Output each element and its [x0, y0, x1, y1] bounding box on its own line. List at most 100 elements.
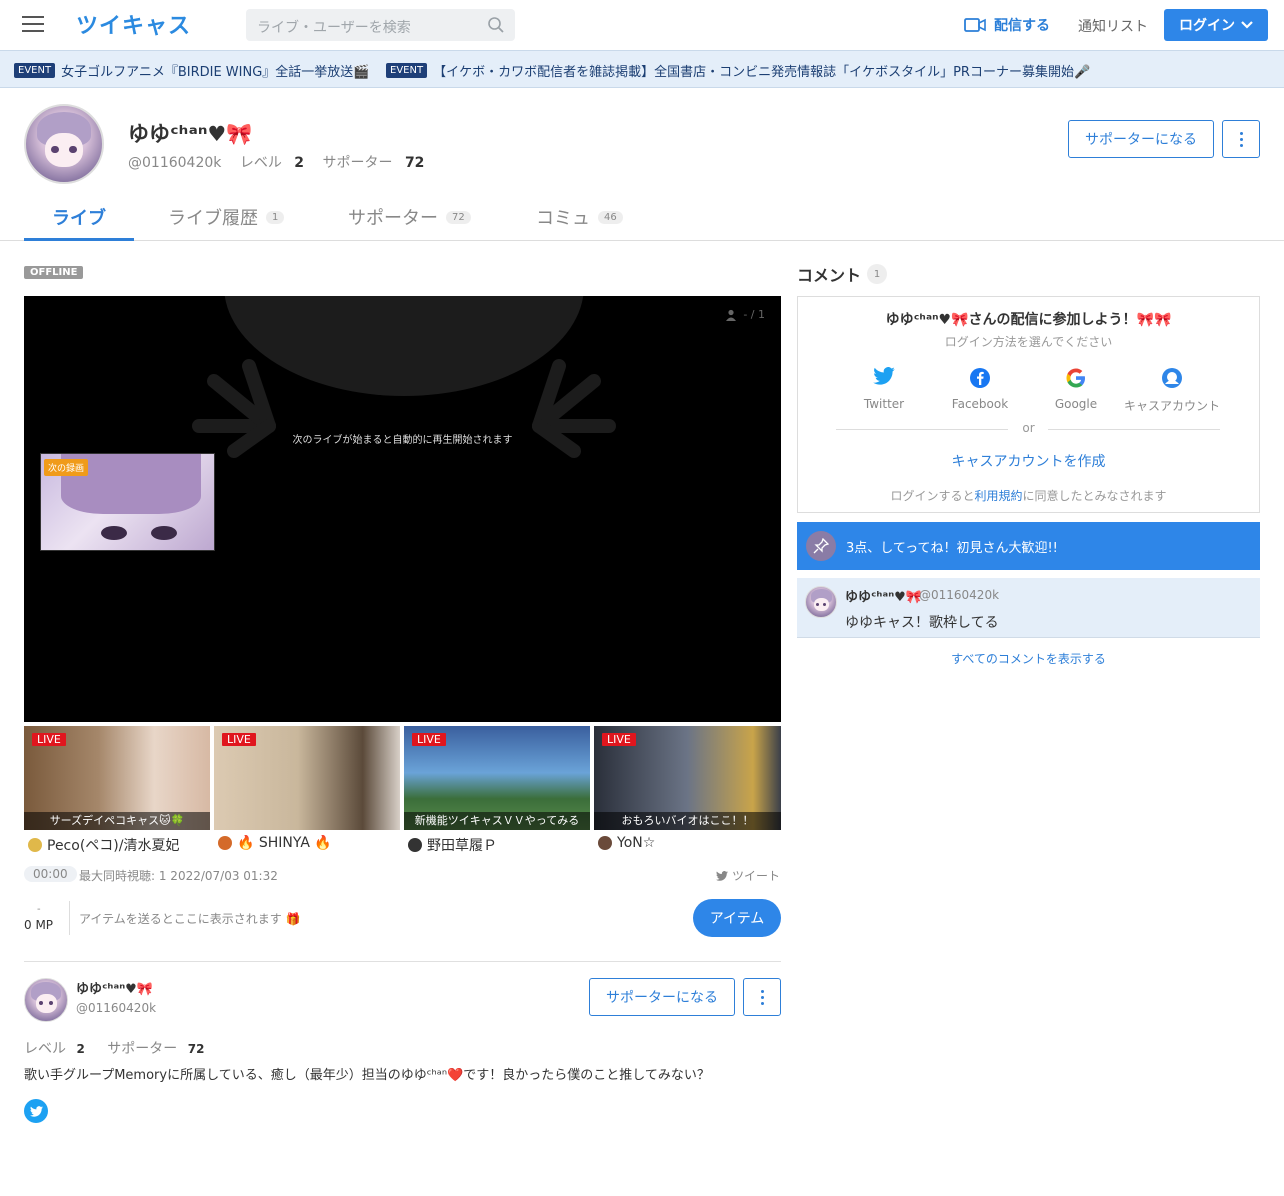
live-user[interactable]: 野田草履Ｐ — [404, 835, 590, 855]
tab-supporters[interactable]: サポーター 72 — [348, 204, 471, 230]
event-item[interactable]: EVENT 【イケボ・カワボ配信者を雑誌掲載】全国書店・コンビニ発売情報誌「イケ… — [386, 61, 1090, 80]
search-input[interactable]: ライブ・ユーザーを検索 — [257, 17, 411, 37]
sns-label: Google — [1054, 397, 1098, 411]
item-hint: アイテムを送るとここに表示されます 🎁 — [79, 912, 301, 926]
live-user-name: 野田草履Ｐ — [427, 838, 497, 854]
tab-label: ライブ — [52, 208, 106, 229]
comment-handle: @01160420k — [919, 588, 1000, 602]
comments-title: コメント — [797, 266, 862, 285]
live-user-name: YoN☆ — [617, 835, 656, 851]
video-player[interactable]: 次のライブが始まると自動的に再生開始されます - / 1 次の録画 — [24, 296, 781, 722]
sns-label: キャスアカウント — [1124, 399, 1221, 413]
facebook-icon — [970, 368, 990, 388]
sns-label: Facebook — [951, 397, 1009, 411]
tab-count: 1 — [266, 210, 285, 224]
become-supporter-button[interactable]: サポーターになる — [589, 978, 735, 1016]
become-supporter-button[interactable]: サポーターになる — [1068, 120, 1214, 158]
tweet-label: ツイート — [732, 869, 781, 883]
person-icon — [726, 309, 737, 321]
live-card[interactable]: LIVE サーズデイペコキャス🐱🍀 Peco(ペコ)/清水夏妃 — [24, 726, 210, 855]
more-options-button[interactable] — [743, 978, 781, 1016]
event-banner: EVENT 女子ゴルフアニメ『BIRDIE WING』全話一挙放送🎬 EVENT… — [0, 50, 1284, 88]
live-thumbnail[interactable]: LIVE サーズデイペコキャス🐱🍀 — [24, 726, 210, 830]
kebab-icon — [1239, 130, 1243, 148]
user-avatar — [218, 836, 232, 850]
offline-message: 次のライブが始まると自動的に再生開始されます — [292, 435, 513, 446]
live-card[interactable]: LIVE 新機能ツイキャスＶＶやってみる 野田草履Ｐ — [404, 726, 590, 855]
twitter-icon — [716, 870, 728, 881]
login-cas-account[interactable]: キャスアカウント — [1124, 367, 1220, 414]
avatar[interactable] — [24, 978, 68, 1022]
tab-count: 46 — [598, 210, 623, 224]
search-icon[interactable] — [487, 16, 505, 34]
divider — [69, 901, 70, 935]
avatar[interactable] — [805, 586, 837, 618]
user-avatar — [408, 838, 422, 852]
viewer-count: - / 1 — [725, 308, 765, 321]
twitter-icon — [29, 1105, 43, 1117]
google-icon — [1066, 368, 1085, 388]
live-thumbnail[interactable]: LIVE — [214, 726, 400, 830]
live-thumbnail[interactable]: LIVE 新機能ツイキャスＶＶやってみる — [404, 726, 590, 830]
login-button[interactable]: ログイン — [1164, 9, 1268, 41]
event-tag: EVENT — [14, 63, 56, 78]
broadcast-label: 配信する — [994, 18, 1050, 34]
notification-list-link[interactable]: 通知リスト — [1078, 16, 1148, 36]
divider — [24, 961, 781, 962]
tab-count: 72 — [446, 210, 471, 224]
comments-header: コメント 1 — [797, 262, 888, 286]
menu-icon[interactable] — [22, 16, 44, 34]
more-options-button[interactable] — [1222, 120, 1260, 158]
supporter-label: サポーター — [107, 1041, 178, 1057]
search-box[interactable]: ライブ・ユーザーを検索 — [246, 9, 515, 41]
broadcast-button[interactable]: 配信する — [964, 15, 1050, 35]
avatar[interactable] — [24, 104, 104, 184]
profile-tabs: ライブ ライブ履歴 1 サポーター 72 コミュ 46 — [0, 190, 1284, 241]
supporter-label: サポーター — [322, 155, 393, 171]
active-tab-indicator — [24, 238, 134, 241]
comment-author[interactable]: ゆゆᶜʰᵃⁿ♥︎🎀 — [845, 586, 922, 605]
terms-link[interactable]: 利用規約 — [974, 489, 1022, 503]
tab-live[interactable]: ライブ — [52, 204, 106, 230]
event-item[interactable]: EVENT 女子ゴルフアニメ『BIRDIE WING』全話一挙放送🎬 — [14, 61, 369, 80]
mp-dash: - — [37, 904, 41, 915]
pinned-comment: 3点、してってね！初見さん大歓迎!! — [797, 522, 1260, 570]
twitter-icon — [873, 367, 895, 385]
tab-community[interactable]: コミュ 46 — [536, 204, 623, 230]
camera-icon — [964, 18, 986, 32]
live-badge: LIVE — [222, 733, 256, 746]
profile-name: ゆゆᶜʰᵃⁿ♥︎🎀 — [128, 122, 253, 146]
show-all-comments-link[interactable]: すべてのコメントを表示する — [797, 650, 1260, 667]
tab-live-history[interactable]: ライブ履歴 1 — [168, 204, 285, 230]
item-button[interactable]: アイテム — [693, 899, 781, 937]
live-card[interactable]: LIVE おもろいバイオはここ！！ YoN☆ — [594, 726, 781, 851]
login-twitter[interactable]: Twitter — [836, 367, 932, 411]
level-label: レベル — [239, 155, 282, 171]
join-subtitle: ログイン方法を選んでください — [944, 335, 1113, 349]
tab-label: コミュ — [536, 208, 590, 229]
live-card[interactable]: LIVE 🔥 SHINYA 🔥 — [214, 726, 400, 851]
login-google[interactable]: Google — [1028, 367, 1124, 411]
twitter-profile-link[interactable] — [24, 1099, 48, 1123]
supporter-count: 72 — [404, 155, 425, 171]
comment-item: ゆゆᶜʰᵃⁿ♥︎🎀 @01160420k ゆゆキャス！歌枠してる — [797, 578, 1260, 638]
live-user[interactable]: Peco(ペコ)/清水夏妃 — [24, 835, 210, 855]
create-account-link[interactable]: キャスアカウントを作成 — [798, 451, 1259, 471]
live-user[interactable]: YoN☆ — [594, 835, 781, 851]
tab-label: ライブ履歴 — [168, 208, 258, 229]
terms-suffix: に同意したとみなされます — [1022, 489, 1167, 503]
tweet-link[interactable]: ツイート — [716, 867, 780, 884]
site-logo[interactable]: ツイキャス — [76, 8, 191, 40]
live-badge: LIVE — [32, 733, 66, 746]
comments-count: 1 — [867, 264, 888, 284]
live-user-name: Peco(ペコ)/清水夏妃 — [47, 838, 180, 854]
live-caption: 新機能ツイキャスＶＶやってみる — [404, 812, 590, 830]
next-recording-thumbnail[interactable]: 次の録画 — [40, 453, 215, 551]
live-thumbnail[interactable]: LIVE おもろいバイオはここ！！ — [594, 726, 781, 830]
level-label: レベル — [24, 1041, 66, 1057]
login-facebook[interactable]: Facebook — [932, 367, 1028, 411]
live-user[interactable]: 🔥 SHINYA 🔥 — [214, 835, 400, 851]
comment-text: ゆゆキャス！歌枠してる — [845, 615, 999, 631]
mascot-hands — [192, 359, 616, 458]
live-caption: おもろいバイオはここ！！ — [594, 812, 781, 830]
